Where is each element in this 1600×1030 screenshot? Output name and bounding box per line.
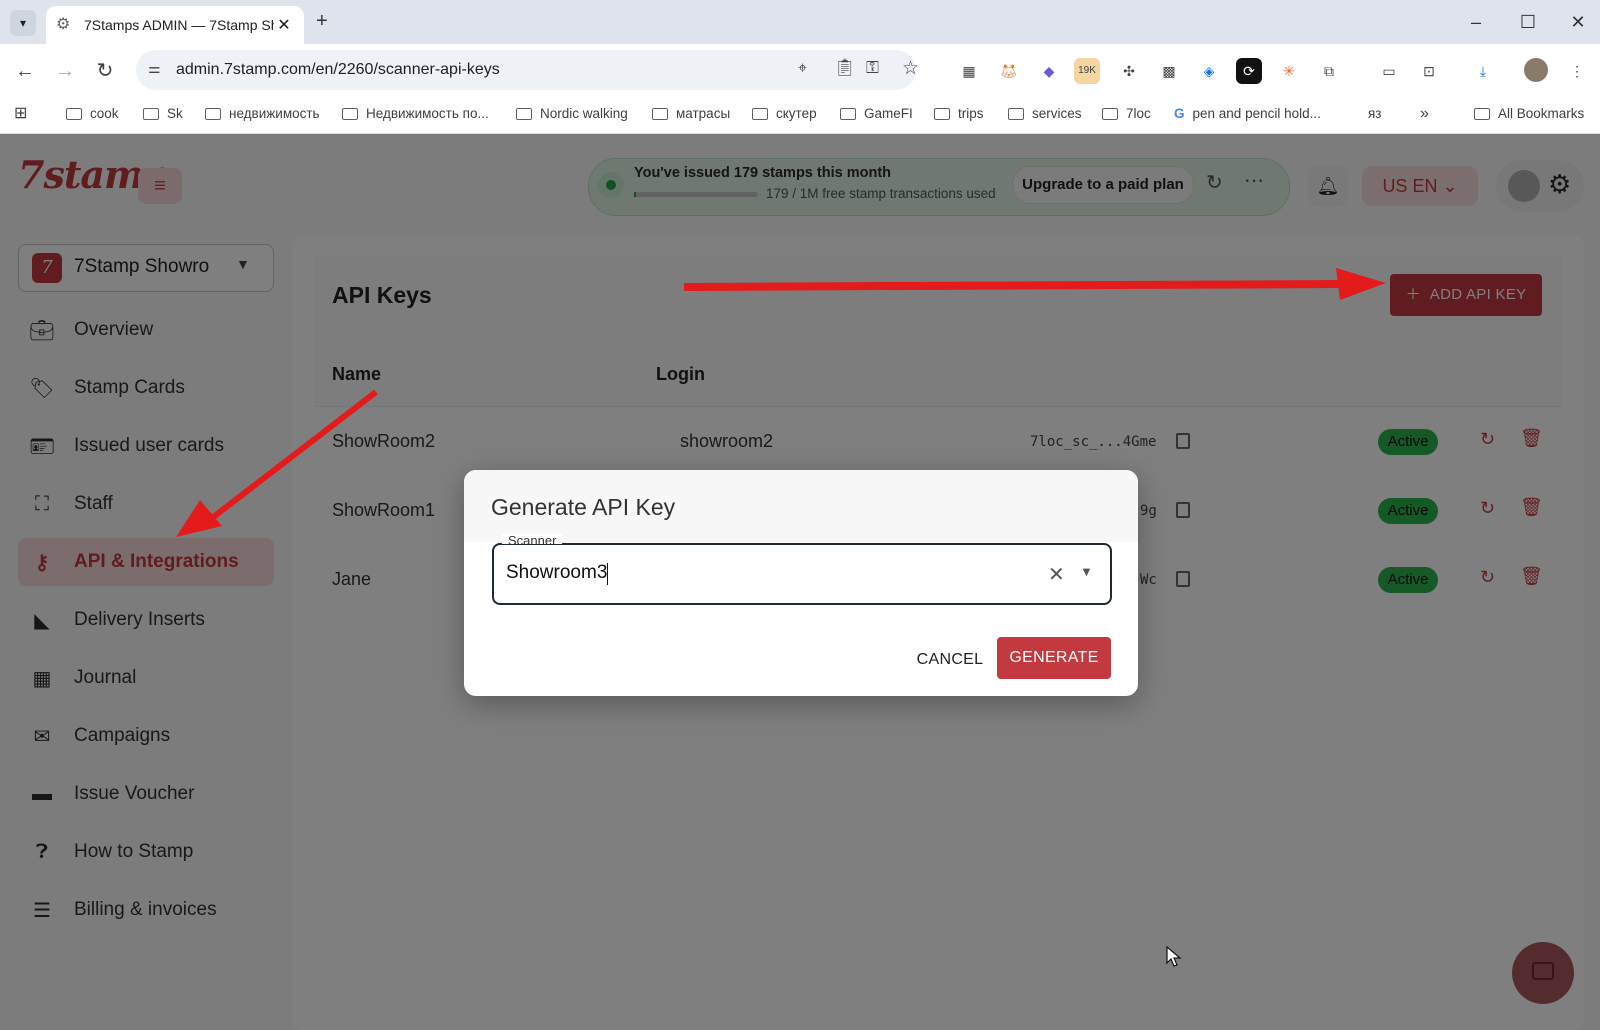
scanner-field-label: Scanner [502, 534, 563, 544]
dropdown-arrow-icon[interactable]: ▼ [1080, 564, 1093, 579]
generate-button[interactable]: GENERATE [997, 637, 1111, 679]
arrow-to-api-integrations [210, 389, 378, 521]
dialog-title: Generate API Key [491, 494, 676, 520]
scanner-field-value[interactable]: Showroom3 [506, 562, 607, 584]
arrow-head-add-key [1336, 268, 1386, 300]
clear-field-icon[interactable]: ✕ [1048, 562, 1065, 587]
mouse-cursor-icon [1166, 946, 1182, 967]
arrow-head-api-integrations [176, 500, 222, 537]
text-cursor [607, 563, 608, 585]
cancel-button[interactable]: CANCEL [908, 641, 992, 679]
arrow-to-add-key [683, 280, 1341, 291]
